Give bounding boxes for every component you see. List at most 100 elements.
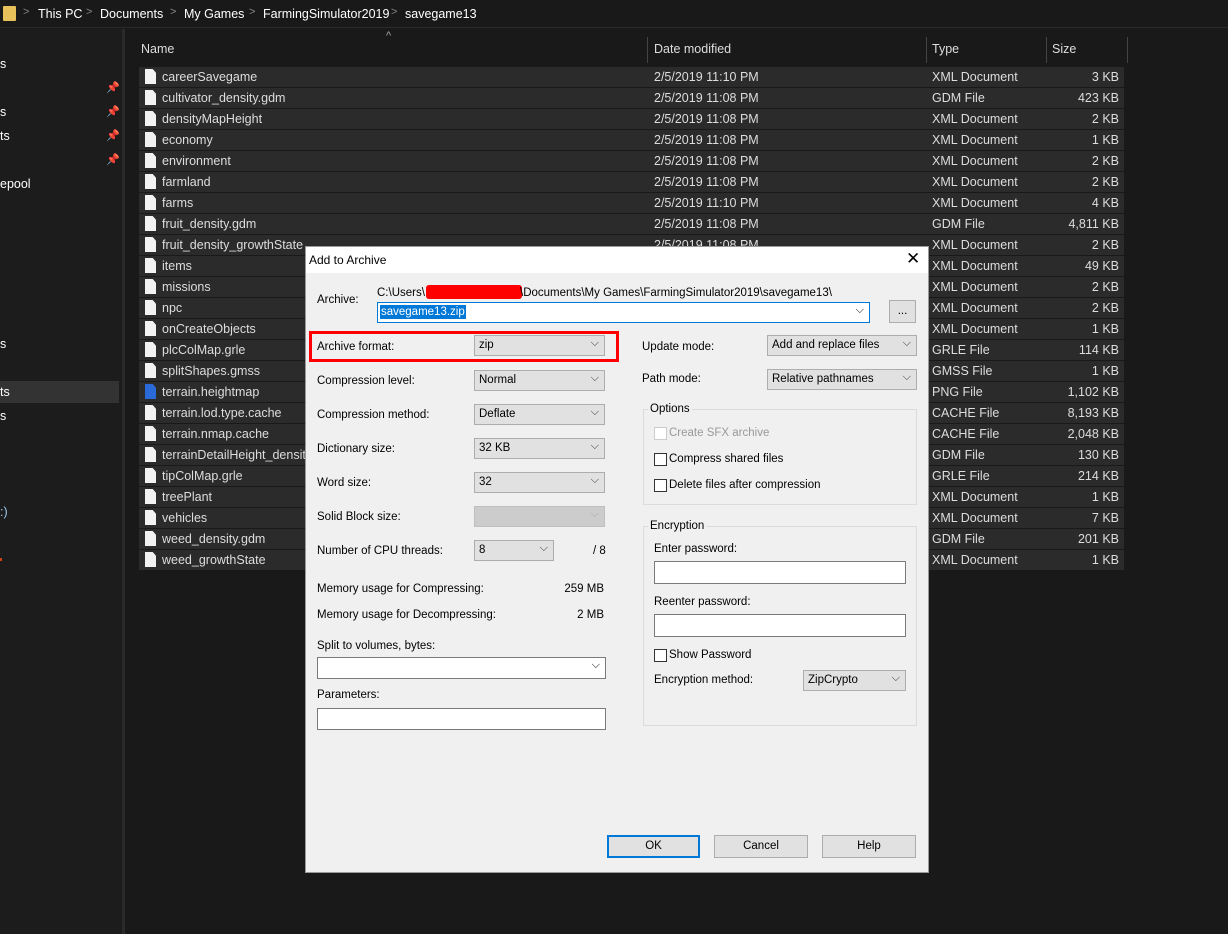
file-size: 2 KB [1091,154,1119,168]
encryption-method-dropdown[interactable]: ZipCrypto ⌵ [803,670,906,691]
breadcrumb-savegame13[interactable]: savegame13 [405,7,477,21]
file-type: GDM File [932,217,985,231]
file-type: XML Document [932,196,1018,210]
compression-method-dropdown[interactable]: Deflate ⌵ [474,404,605,425]
breadcrumb-farmingsimulator[interactable]: FarmingSimulator2019 [263,7,389,21]
nav-item[interactable]: s [0,337,6,351]
file-date: 2/5/2019 11:10 PM [654,70,759,84]
ok-button[interactable]: OK [607,835,700,858]
file-size: 1 KB [1091,322,1119,336]
enter-password-input[interactable] [654,561,906,584]
nav-item[interactable]: s [0,409,6,423]
chevron-right-icon: > [391,6,398,18]
column-divider[interactable] [926,37,927,63]
nav-item[interactable]: epool [0,177,31,191]
file-type: XML Document [932,112,1018,126]
file-icon [145,90,156,105]
cancel-button[interactable]: Cancel [714,835,808,858]
file-icon [145,174,156,189]
breadcrumb-documents[interactable]: Documents [100,7,163,21]
nav-item[interactable]: ts [0,385,10,399]
compress-shared-checkbox[interactable] [654,453,667,466]
pin-icon: 📌 [106,106,120,118]
file-type: XML Document [932,133,1018,147]
parameters-input[interactable] [317,708,606,730]
file-size: 3 KB [1091,70,1119,84]
column-header-date[interactable]: Date modified [654,42,731,56]
reenter-password-input[interactable] [654,614,906,637]
file-icon [145,363,156,378]
file-row[interactable]: densityMapHeight 2/5/2019 11:08 PM XML Doc… [139,109,1124,129]
split-volumes-combobox[interactable]: ⌵ [317,657,606,679]
nav-item-selected[interactable] [0,381,119,403]
file-date: 2/5/2019 11:08 PM [654,175,759,189]
chevron-down-icon[interactable]: ⌵ [856,304,864,317]
file-name: weed_density.gdm [162,532,266,546]
file-name: terrain.lod.type.cache [162,406,282,420]
file-name: weed_growthState [162,553,266,567]
file-icon [145,258,156,273]
file-name: splitShapes.gmss [162,364,260,378]
file-icon [145,132,156,147]
update-mode-dropdown[interactable]: Add and replace files ⌵ [767,335,917,356]
file-type: CACHE File [932,427,1000,441]
word-size-label: Word size: [317,477,372,489]
close-icon[interactable]: ✕ [906,249,920,269]
file-row[interactable]: economy 2/5/2019 11:08 PM XML Document 1 KB [139,130,1124,150]
delete-after-checkbox[interactable] [654,479,667,492]
file-name: careerSavegame [162,70,258,84]
path-mode-label: Path mode: [642,373,701,385]
compression-level-dropdown[interactable]: Normal ⌵ [474,370,605,391]
column-divider[interactable] [1127,37,1128,63]
cpu-threads-dropdown[interactable]: 8 ⌵ [474,540,554,561]
pane-divider[interactable] [122,29,125,934]
archive-label: Archive: [317,294,359,306]
column-divider[interactable] [647,37,648,63]
browse-button[interactable]: ... [889,300,916,323]
file-size: 114 KB [1078,343,1119,357]
nav-item[interactable]: s [0,105,6,119]
memory-compress-value: 259 MB [564,583,604,595]
nav-item[interactable]: s [0,57,6,71]
file-date: 2/5/2019 11:08 PM [654,154,759,168]
redaction-mark [426,285,522,299]
file-size: 1,102 KB [1067,385,1119,399]
file-type: XML Document [932,322,1018,336]
chevron-down-icon: ⌵ [891,672,900,684]
help-button[interactable]: Help [822,835,916,858]
show-password-checkbox[interactable] [654,649,667,662]
word-size-dropdown[interactable]: 32 ⌵ [474,472,605,493]
column-divider[interactable] [1046,37,1047,63]
file-row[interactable]: farmland 2/5/2019 11:08 PM XML Document 2 K… [139,172,1124,192]
breadcrumb-this-pc[interactable]: This PC [38,7,82,21]
file-icon [145,468,156,483]
dictionary-size-dropdown[interactable]: 32 KB ⌵ [474,438,605,459]
nav-item-drive[interactable]: :) [0,505,8,519]
address-bar[interactable]: > This PC > Documents > My Games > Farmi… [0,0,1228,28]
breadcrumb-my-games[interactable]: My Games [184,7,244,21]
column-header-name[interactable]: Name [141,42,174,56]
archive-name-combobox[interactable]: savegame13.zip ⌵ [377,302,870,323]
column-header-size[interactable]: Size [1052,42,1076,56]
file-name: npc [162,301,183,315]
chevron-right-icon: > [86,6,93,18]
archive-path-prefix: C:\Users\ [377,287,425,299]
file-row[interactable]: farms 2/5/2019 11:10 PM XML Document 4 KB [139,193,1124,213]
column-header-type[interactable]: Type [932,42,959,56]
file-row[interactable]: environment 2/5/2019 11:08 PM XML Document… [139,151,1124,171]
nav-item[interactable]: ts [0,129,10,143]
create-sfx-checkbox[interactable] [654,427,667,440]
file-size: 2 KB [1091,175,1119,189]
file-row[interactable]: cultivator_density.gdm 2/5/2019 11:08 PM G… [139,88,1124,108]
file-size: 423 KB [1077,91,1119,105]
chevron-down-icon: ⌵ [590,337,599,349]
chevron-down-icon: ⌵ [902,371,911,383]
file-row[interactable]: fruit_density.gdm 2/5/2019 11:08 PM GDM Fi… [139,214,1124,234]
archive-format-dropdown[interactable]: zip ⌵ [474,335,605,356]
path-mode-dropdown[interactable]: Relative pathnames ⌵ [767,369,917,390]
solid-block-size-dropdown[interactable]: ⌵ [474,506,605,527]
file-icon [145,342,156,357]
file-row[interactable]: careerSavegame 2/5/2019 11:10 PM XML Docum… [139,67,1124,87]
file-size: 1 KB [1091,133,1119,147]
file-icon [145,321,156,336]
